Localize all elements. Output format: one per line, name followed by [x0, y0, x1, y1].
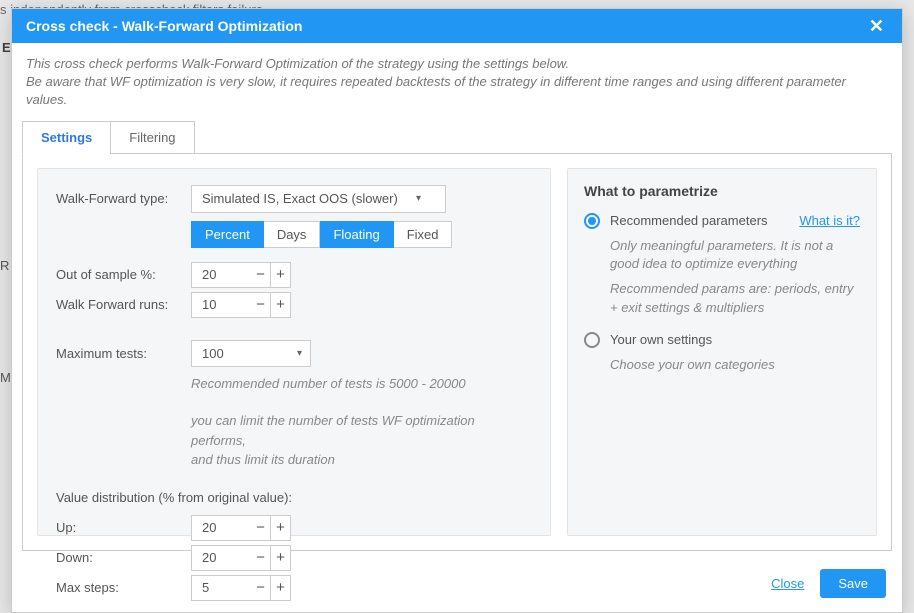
chevron-down-icon: ▾ — [297, 348, 302, 359]
increment-button[interactable]: + — [271, 292, 291, 318]
radio-own[interactable] — [584, 332, 600, 348]
recommended-help-2: Recommended params are: periods, entry +… — [610, 280, 860, 318]
increment-button[interactable]: + — [271, 575, 291, 601]
max-tests-row: Maximum tests: 100 ▾ — [56, 340, 532, 367]
seg-percent[interactable]: Percent — [191, 221, 264, 248]
radio-own-label: Your own settings — [610, 332, 712, 347]
radio-recommended[interactable] — [584, 213, 600, 229]
save-button[interactable]: Save — [820, 569, 886, 598]
wf-type-row: Walk-Forward type: Simulated IS, Exact O… — [56, 185, 532, 213]
modal-header: Cross check - Walk-Forward Optimization … — [12, 9, 902, 43]
wf-type-select[interactable]: Simulated IS, Exact OOS (slower) ▾ — [191, 185, 446, 213]
settings-column: Walk-Forward type: Simulated IS, Exact O… — [37, 168, 551, 536]
down-spinner[interactable]: 20 − + — [191, 545, 291, 571]
max-steps-row: Max steps: 5 − + — [56, 575, 532, 601]
increment-button[interactable]: + — [271, 545, 291, 571]
decrement-button[interactable]: − — [251, 262, 271, 288]
decrement-button[interactable]: − — [251, 575, 271, 601]
runs-value[interactable]: 10 — [191, 292, 251, 318]
down-label: Down: — [56, 550, 191, 565]
runs-spinner[interactable]: 10 − + — [191, 292, 291, 318]
own-help: Choose your own categories — [610, 356, 860, 375]
seg-fixed[interactable]: Fixed — [394, 221, 453, 248]
max-tests-hint-2: you can limit the number of tests WF opt… — [191, 411, 532, 470]
increment-button[interactable]: + — [271, 515, 291, 541]
runs-row: Walk Forward runs: 10 − + — [56, 292, 532, 318]
tab-settings[interactable]: Settings — [22, 121, 111, 154]
oos-pct-row: Out of sample %: 20 − + — [56, 262, 532, 288]
chevron-down-icon: ▾ — [416, 193, 421, 204]
intro-line-2: Be aware that WF optimization is very sl… — [26, 73, 888, 109]
max-tests-select[interactable]: 100 ▾ — [191, 340, 311, 367]
max-steps-value[interactable]: 5 — [191, 575, 251, 601]
close-icon[interactable]: ✕ — [865, 17, 888, 35]
seg-days[interactable]: Days — [264, 221, 321, 248]
tab-filtering[interactable]: Filtering — [110, 121, 194, 154]
up-value[interactable]: 20 — [191, 515, 251, 541]
radio-own-row[interactable]: Your own settings — [584, 332, 860, 348]
up-spinner[interactable]: 20 − + — [191, 515, 291, 541]
down-value[interactable]: 20 — [191, 545, 251, 571]
up-label: Up: — [56, 520, 191, 535]
tabs: Settings Filtering — [12, 120, 902, 153]
radio-recommended-row[interactable]: Recommended parameters What is it? — [584, 213, 860, 229]
close-button[interactable]: Close — [771, 576, 804, 591]
oos-pct-spinner[interactable]: 20 − + — [191, 262, 291, 288]
oos-pct-label: Out of sample %: — [56, 267, 191, 282]
modal-intro: This cross check performs Walk-Forward O… — [12, 43, 902, 120]
wf-type-value: Simulated IS, Exact OOS (slower) — [202, 191, 398, 206]
increment-button[interactable]: + — [271, 262, 291, 288]
wf-type-label: Walk-Forward type: — [56, 191, 191, 206]
decrement-button[interactable]: − — [251, 292, 271, 318]
settings-panel: Walk-Forward type: Simulated IS, Exact O… — [22, 153, 892, 551]
background-text: R — [0, 258, 9, 273]
intro-line-1: This cross check performs Walk-Forward O… — [26, 55, 888, 73]
what-is-it-link[interactable]: What is it? — [799, 213, 860, 228]
background-text: E — [2, 40, 11, 55]
radio-recommended-label: Recommended parameters — [610, 213, 768, 228]
seg-floating[interactable]: Floating — [320, 221, 393, 248]
decrement-button[interactable]: − — [251, 545, 271, 571]
max-tests-label: Maximum tests: — [56, 346, 191, 361]
modal-title: Cross check - Walk-Forward Optimization — [26, 18, 302, 34]
max-steps-label: Max steps: — [56, 580, 191, 595]
parametrize-column: What to parametrize Recommended paramete… — [567, 168, 877, 536]
max-tests-value: 100 — [202, 346, 224, 361]
max-steps-spinner[interactable]: 5 − + — [191, 575, 291, 601]
runs-label: Walk Forward runs: — [56, 297, 191, 312]
up-row: Up: 20 − + — [56, 515, 532, 541]
max-tests-hint: Recommended number of tests is 5000 - 20… — [191, 375, 532, 394]
units-segmented-control: Percent Days Floating Fixed — [191, 221, 532, 248]
down-row: Down: 20 − + — [56, 545, 532, 571]
value-distribution-title: Value distribution (% from original valu… — [56, 490, 532, 505]
decrement-button[interactable]: − — [251, 515, 271, 541]
oos-pct-value[interactable]: 20 — [191, 262, 251, 288]
crosscheck-wfo-modal: Cross check - Walk-Forward Optimization … — [11, 8, 903, 613]
parametrize-title: What to parametrize — [584, 183, 860, 199]
background-text: M — [0, 370, 11, 385]
recommended-help-1: Only meaningful parameters. It is not a … — [610, 237, 860, 275]
